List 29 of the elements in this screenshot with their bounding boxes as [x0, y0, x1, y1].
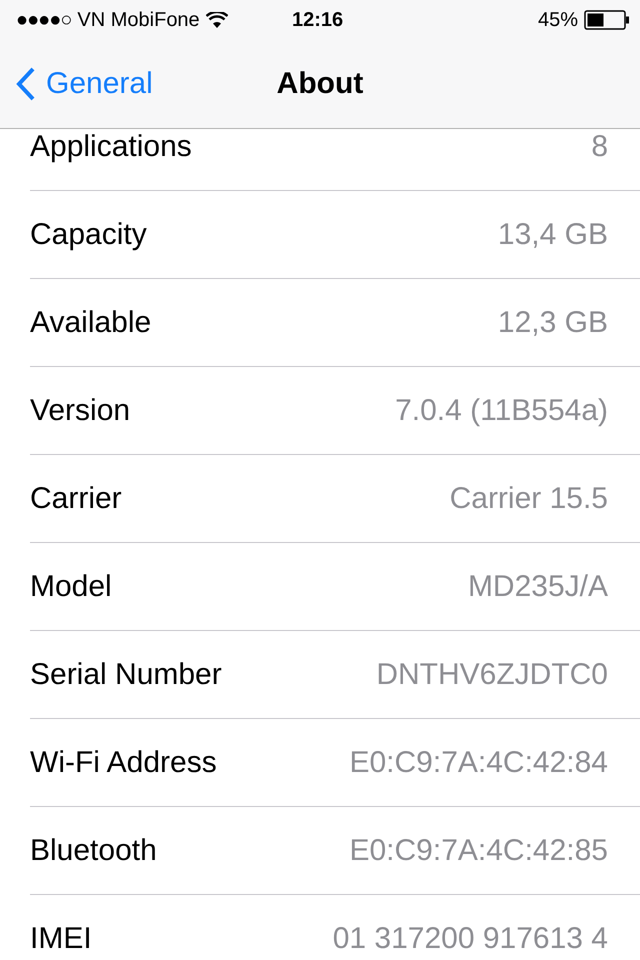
row-value: 8: [591, 130, 608, 164]
chevron-left-icon: [16, 67, 36, 101]
row-label: Version: [30, 394, 130, 428]
row-label: Available: [30, 306, 152, 340]
row-value: 12,3 GB: [498, 306, 608, 340]
row-label: Capacity: [30, 218, 147, 252]
row-value: Carrier 15.5: [450, 482, 608, 516]
row-value: 01 317200 917613 4: [332, 922, 608, 956]
row-value: 13,4 GB: [498, 218, 608, 252]
signal-strength: ●●●●○: [16, 8, 72, 32]
row-label: Applications: [30, 130, 192, 164]
back-button[interactable]: General: [0, 67, 153, 101]
clock-time: 12:16: [292, 8, 344, 32]
wifi-icon: [206, 12, 228, 28]
page-title: About: [276, 67, 364, 101]
row-value: E0:C9:7A:4C:42:85: [349, 834, 608, 868]
carrier-name: VN MobiFone: [77, 8, 200, 32]
row-value: MD235J/A: [468, 570, 608, 604]
row-label: IMEI: [30, 922, 92, 956]
battery-icon: [584, 10, 630, 30]
row-label: Bluetooth: [30, 834, 157, 868]
battery-percent: 45%: [538, 8, 578, 32]
row-label: Model: [30, 570, 112, 604]
row-label: Carrier: [30, 482, 122, 516]
row-label: Wi-Fi Address: [30, 746, 217, 780]
row-value: DNTHV6ZJDTC0: [376, 658, 608, 692]
row-value: 7.0.4 (11B554a): [395, 394, 608, 428]
row-label: Serial Number: [30, 658, 222, 692]
row-value: E0:C9:7A:4C:42:84: [349, 746, 608, 780]
